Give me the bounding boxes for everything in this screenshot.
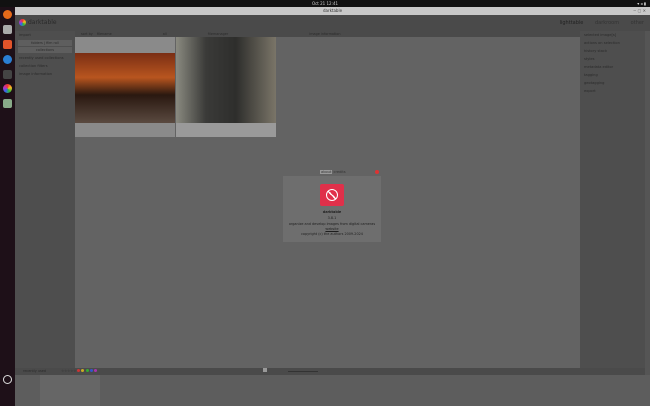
collections-button[interactable]: collections [18, 47, 72, 53]
darktable-logo-icon [19, 19, 26, 26]
show-apps-icon[interactable] [3, 375, 12, 384]
close-icon[interactable] [375, 170, 379, 174]
import-source-button[interactable]: folders | film roll [18, 40, 72, 46]
left-panel: import folders | film roll collections r… [15, 31, 75, 375]
filmstrip [15, 375, 650, 406]
dialog-copyright: copyright (c) the authors 2009-2024 [301, 232, 363, 236]
module-import[interactable]: import [15, 31, 75, 39]
software-center-icon[interactable] [3, 40, 12, 49]
view-lighttable[interactable]: lighttable [560, 20, 584, 26]
darktable-logo-icon [320, 184, 344, 206]
window-controls[interactable]: − ▢ ✕ [633, 8, 646, 13]
view-switcher: lighttable darkroom other [550, 20, 644, 26]
system-tray[interactable]: ▾ ◂ ▮ [637, 1, 646, 6]
sort-dropdown[interactable]: filename [97, 32, 112, 36]
clock[interactable]: Oct 21 12:41 [312, 1, 338, 6]
module-recent-collections[interactable]: recently used collections [15, 54, 75, 62]
module-geotagging[interactable]: geotagging [580, 79, 645, 87]
sort-label: sort by [81, 32, 93, 36]
thumbnail-image[interactable] [176, 37, 276, 123]
module-collection-filters[interactable]: collection filters [15, 62, 75, 70]
star-rating[interactable]: ☆☆☆☆☆ [61, 369, 76, 373]
module-selected-images[interactable]: selected image[s] [580, 31, 645, 39]
about-dialog-tabs: about credits [320, 170, 346, 174]
color-label-green[interactable] [85, 369, 89, 372]
terminal-icon[interactable] [3, 70, 12, 79]
files-icon[interactable] [3, 25, 12, 34]
color-labels [77, 369, 97, 373]
module-export[interactable]: export [580, 87, 645, 95]
help-icon[interactable] [3, 55, 12, 64]
module-metadata-editor[interactable]: metadata editor [580, 63, 645, 71]
thumbnail-image[interactable] [75, 53, 175, 123]
dialog-app-name: darktable [322, 210, 342, 214]
window-titlebar: darktable [15, 7, 650, 15]
color-label-blue[interactable] [89, 369, 93, 372]
filmstrip-thumbnail[interactable] [40, 375, 100, 406]
module-tagging[interactable]: tagging [580, 71, 645, 79]
dialog-description: organize and develop images from digital… [288, 222, 376, 226]
view-other[interactable]: other [631, 20, 644, 26]
tab-about[interactable]: about [320, 170, 333, 174]
module-actions-on-selection[interactable]: actions on selection [580, 39, 645, 47]
about-dialog: darktable 3.8.1 organize and develop ima… [283, 176, 381, 242]
trash-icon[interactable] [3, 99, 12, 108]
right-panel: selected image[s] actions on selection h… [580, 31, 645, 375]
module-image-information[interactable]: image information [15, 70, 75, 78]
zoom-slider[interactable] [287, 370, 318, 372]
app-header: darktable lighttable darkroom other [15, 15, 650, 31]
module-styles[interactable]: styles [580, 55, 645, 63]
darktable-icon[interactable] [3, 84, 12, 93]
firefox-icon[interactable] [3, 10, 12, 19]
module-history-stack[interactable]: history stack [580, 47, 645, 55]
dock [0, 7, 15, 406]
color-label-purple[interactable] [93, 369, 97, 372]
website-link[interactable]: website [283, 227, 381, 231]
view-darkroom[interactable]: darkroom [595, 20, 619, 26]
layout-dropdown[interactable]: filemanager [208, 32, 228, 36]
thumbnail[interactable] [176, 37, 276, 137]
app-name: darktable [28, 19, 57, 26]
system-top-bar: Oct 21 12:41 [0, 0, 650, 7]
color-label-red[interactable] [77, 369, 81, 372]
recently-used-module[interactable]: recently used [23, 369, 46, 373]
dialog-version: 3.8.1 [327, 216, 337, 220]
overlay-info[interactable]: image information [309, 32, 340, 36]
tab-credits[interactable]: credits [334, 170, 346, 174]
thumbnail[interactable] [75, 37, 175, 137]
rating-filter[interactable]: all [163, 32, 167, 36]
layout-filemanager-icon[interactable] [262, 368, 267, 372]
bottom-toolbar: recently used ☆☆☆☆☆ [15, 368, 645, 375]
color-label-yellow[interactable] [81, 369, 85, 372]
